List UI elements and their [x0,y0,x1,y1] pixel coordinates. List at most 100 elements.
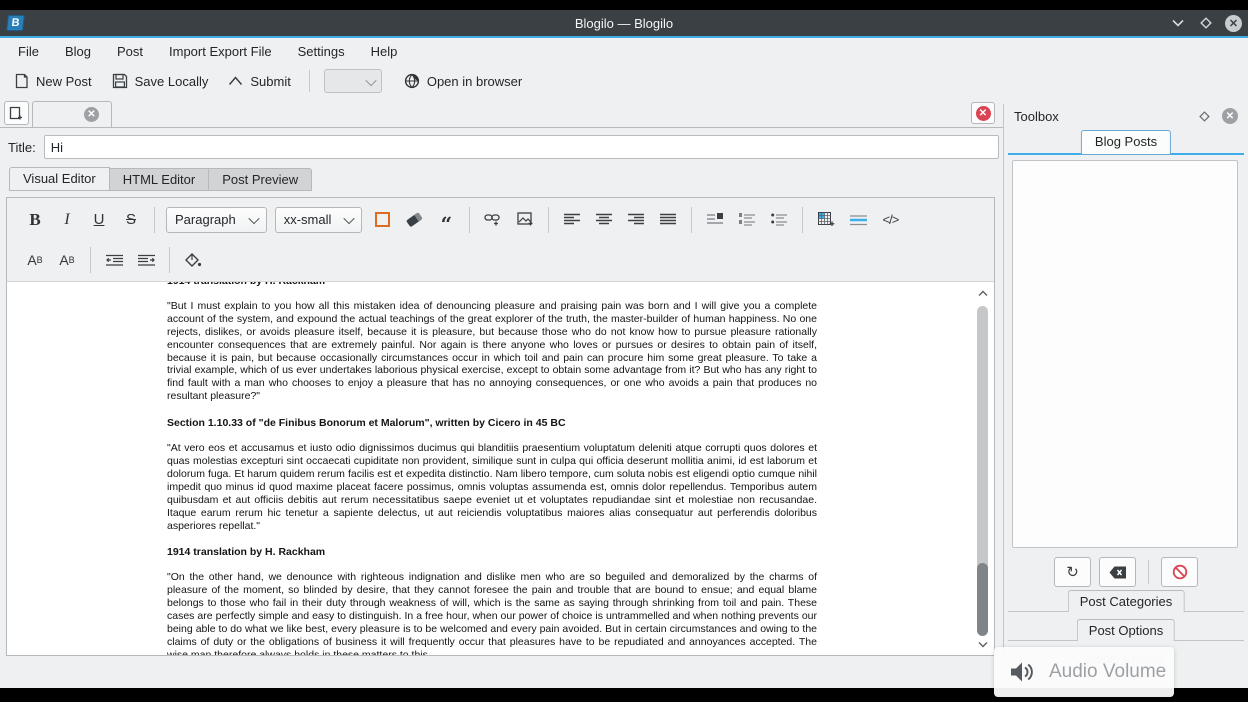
menu-import-export-file[interactable]: Import Export File [156,41,285,62]
abort-button[interactable] [1161,557,1198,587]
insert-table-button[interactable] [811,206,841,234]
strikethrough-button[interactable]: S [116,206,146,234]
save-icon [112,73,128,89]
refresh-posts-button[interactable]: ↻ [1054,557,1091,587]
speaker-icon [1008,659,1036,685]
eraser-icon [406,212,422,227]
increase-indent-button[interactable] [131,246,161,274]
italic-button[interactable]: I [52,206,82,234]
new-post-label: New Post [36,74,92,89]
tab-visual-editor[interactable]: Visual Editor [9,167,110,191]
new-tab-button[interactable] [4,101,29,125]
float-dock-icon[interactable] [1199,111,1210,122]
insert-image-button[interactable] [510,206,540,234]
subscript-button[interactable]: AB [20,246,50,274]
align-center-button[interactable] [589,206,619,234]
close-editor-button[interactable]: ✕ [971,102,995,124]
format-separator [469,207,470,233]
horizontal-rule-button[interactable] [843,206,873,234]
decrease-indent-button[interactable] [99,246,129,274]
align-left-button[interactable] [557,206,587,234]
tab-post-categories[interactable]: Post Categories [1068,590,1185,612]
doc-heading: 1914 translation by H. Rackham [167,546,817,559]
menu-blog[interactable]: Blog [52,41,104,62]
post-tab[interactable]: ✕ [32,101,112,127]
menu-post[interactable]: Post [104,41,156,62]
window-title: Blogilo — Blogilo [0,16,1248,31]
toolbox-header: Toolbox ✕ [1008,104,1244,128]
vertical-scrollbar[interactable] [975,286,991,651]
save-locally-label: Save Locally [135,74,209,89]
toolbox-tabbar: Blog Posts [1008,128,1244,156]
tab-new-icon [9,106,24,121]
document-edit-area[interactable]: 1914 translation by H. Rackham "But I mu… [7,281,994,655]
insert-link-button[interactable] [478,206,508,234]
chevron-down-icon [344,212,355,223]
remove-post-button[interactable] [1099,557,1136,587]
red-close-icon: ✕ [976,106,991,121]
paint-bucket-icon [185,253,202,268]
minimize-icon[interactable] [1169,14,1187,32]
bold-button[interactable]: B [20,206,50,234]
menu-file[interactable]: File [5,41,52,62]
title-label: Title: [8,140,36,155]
new-post-button[interactable]: New Post [6,69,100,93]
window-controls: ✕ [1169,10,1242,36]
scrollbar-thumb[interactable] [977,563,988,636]
post-editor-area: ✕ ✕ Title: Visual Editor HTML Editor Pos… [0,100,1003,658]
format-separator [154,207,155,233]
submit-button[interactable]: Submit [220,70,298,93]
align-center-icon [596,213,612,226]
format-separator [548,207,549,233]
post-split-button[interactable] [700,206,730,234]
bullet-list-button[interactable] [764,206,794,234]
blockquote-button[interactable]: “ [431,206,461,234]
underline-button[interactable]: U [84,206,114,234]
superscript-button[interactable]: AB [52,246,82,274]
editor-tabs: Visual Editor HTML Editor Post Preview [0,167,1003,191]
scroll-down-icon[interactable] [977,639,988,649]
tab-post-options[interactable]: Post Options [1077,619,1175,641]
blog-posts-list[interactable] [1012,160,1238,548]
format-toolbar-row2: AB AB [7,241,994,279]
save-locally-button[interactable]: Save Locally [104,69,217,93]
font-size-select[interactable]: xx-small [275,207,363,233]
menu-settings[interactable]: Settings [285,41,358,62]
close-icon[interactable]: ✕ [1225,15,1242,32]
blog-select[interactable] [324,69,382,93]
table-icon [818,212,835,227]
blogilo-app-icon: B [6,15,25,31]
tab-close-icon[interactable]: ✕ [84,107,99,122]
tab-post-preview[interactable]: Post Preview [209,168,312,191]
tab-html-editor[interactable]: HTML Editor [110,168,209,191]
toolbox-dock: Toolbox ✕ Blog Posts ↻ Post Categories [1008,104,1244,658]
toolbox-buttons: ↻ [1008,556,1244,588]
html-code-button[interactable]: </> [875,206,905,234]
close-dock-icon[interactable]: ✕ [1222,108,1238,124]
indent-less-icon [106,254,123,267]
doc-paragraph: "At vero eos et accusamus et iusto odio … [167,442,817,532]
toolbar-separator [309,70,310,92]
maximize-icon[interactable] [1197,14,1215,32]
background-color-button[interactable] [178,246,208,274]
remove-format-button[interactable] [399,206,429,234]
align-justify-button[interactable] [653,206,683,234]
paragraph-style-select[interactable]: Paragraph [166,207,267,233]
doc-paragraph: "On the other hand, we denounce with rig… [167,571,817,655]
doc-paragraph: "But I must explain to you how all this … [167,300,817,403]
titlebar: B Blogilo — Blogilo ✕ [0,10,1248,38]
document-new-icon [14,73,29,89]
pane-splitter[interactable] [1003,104,1004,658]
menu-help[interactable]: Help [358,41,411,62]
horizontal-rule-icon [850,214,867,226]
open-in-browser-button[interactable]: Open in browser [396,69,530,93]
main-toolbar: New Post Save Locally Submit Open in bro… [0,64,1248,98]
title-input[interactable] [44,135,999,159]
chevron-down-icon [365,75,376,86]
text-color-button[interactable] [367,206,397,234]
tab-blog-posts[interactable]: Blog Posts [1081,130,1171,155]
align-right-button[interactable] [621,206,651,234]
ordered-list-button[interactable] [732,206,762,234]
toolbox-title: Toolbox [1014,109,1199,124]
scroll-up-icon[interactable] [977,288,988,298]
